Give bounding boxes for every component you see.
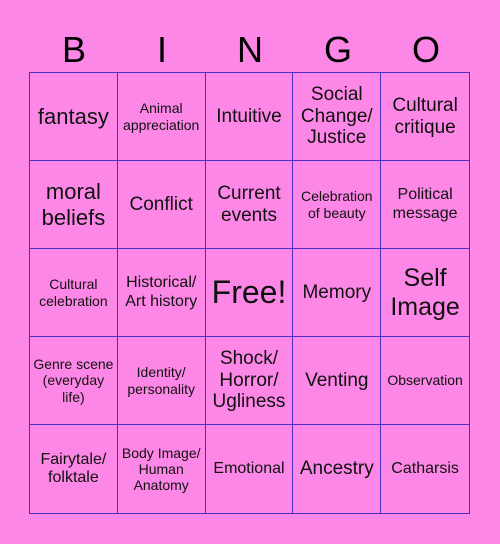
bingo-cell[interactable]: Identity/ personality	[117, 337, 206, 425]
bingo-cell[interactable]: Current events	[205, 161, 294, 249]
bingo-cell-label: Memory	[302, 281, 372, 303]
bingo-cell[interactable]: Historical/ Art history	[117, 249, 206, 337]
bingo-cell-label: Ancestry	[299, 458, 374, 480]
bingo-cell-label: Cultural critique	[392, 94, 458, 138]
bingo-header: B I N G O	[30, 28, 470, 72]
bingo-cell[interactable]: Venting	[293, 337, 382, 425]
bingo-cell-label: Conflict	[129, 193, 193, 215]
bingo-cell-label: Catharsis	[391, 459, 459, 477]
bingo-cell-label: Genre scene (everyday life)	[33, 356, 114, 405]
bingo-cell[interactable]: Political message	[381, 161, 469, 249]
bingo-cell[interactable]: Shock/ Horror/ Ugliness	[205, 337, 294, 425]
bingo-cell-label: Historical/ Art history	[125, 274, 198, 310]
bingo-cell-label: fantasy	[37, 103, 109, 129]
bingo-cell-label: Emotional	[213, 459, 285, 477]
bingo-cell-label: Identity/ personality	[127, 364, 196, 397]
bingo-cell-label: Animal appreciation	[123, 100, 200, 133]
bingo-cell[interactable]: Body Image/ Human Anatomy	[118, 425, 206, 513]
bingo-cell[interactable]: Social Change/ Justice	[293, 73, 382, 161]
bingo-cell[interactable]: Cultural critique	[381, 73, 469, 161]
bingo-cell-label: moral beliefs	[41, 179, 106, 230]
header-letter-o: O	[411, 29, 440, 70]
bingo-cell[interactable]: Cultural celebration	[30, 249, 118, 337]
header-letter-g: G	[323, 29, 352, 70]
bingo-cell-label: Observation	[387, 372, 463, 389]
bingo-cell-label: Current events	[217, 182, 281, 226]
bingo-cell-label: Fairytale/ folktale	[40, 450, 107, 486]
bingo-cell-label: Cultural celebration	[39, 276, 108, 309]
bingo-cell[interactable]: Emotional	[206, 425, 294, 513]
header-letter-b: B	[61, 29, 86, 70]
header-letter-i: I	[156, 29, 167, 70]
bingo-cell[interactable]: Catharsis	[381, 425, 469, 513]
bingo-cell[interactable]: Conflict	[117, 161, 206, 249]
bingo-cell-label: Self Image	[390, 263, 460, 321]
bingo-cell[interactable]: fantasy	[30, 73, 118, 161]
bingo-cell-label: Celebration of beauty	[300, 188, 373, 221]
bingo-cell-label: Body Image/ Human Anatomy	[121, 444, 201, 494]
bingo-cell[interactable]: Intuitive	[205, 73, 294, 161]
bingo-cell[interactable]: Self Image	[381, 249, 469, 337]
bingo-cell-free[interactable]: Free!	[205, 249, 294, 337]
bingo-cell-label: Free!	[211, 274, 287, 311]
bingo-cell[interactable]: Memory	[293, 249, 382, 337]
bingo-cell[interactable]: Animal appreciation	[117, 73, 206, 161]
bingo-cell-label: Social Change/ Justice	[300, 83, 373, 149]
bingo-cell[interactable]: Fairytale/ folktale	[30, 425, 118, 513]
bingo-cell[interactable]: Ancestry	[293, 425, 382, 513]
bingo-cell[interactable]: moral beliefs	[30, 161, 118, 249]
bingo-cell[interactable]: Genre scene (everyday life)	[30, 337, 118, 425]
bingo-cell-label: Intuitive	[216, 105, 282, 127]
header-letter-n: N	[237, 29, 263, 70]
bingo-cell-label: Venting	[305, 369, 369, 391]
bingo-cell[interactable]: Celebration of beauty	[293, 161, 382, 249]
bingo-card-grid: fantasy Animal appreciation Intuitive Socia…	[29, 72, 470, 514]
bingo-cell-label: Political message	[392, 186, 458, 222]
bingo-cell-label: Shock/ Horror/ Ugliness	[212, 347, 286, 413]
bingo-cell[interactable]: Observation	[381, 337, 469, 425]
